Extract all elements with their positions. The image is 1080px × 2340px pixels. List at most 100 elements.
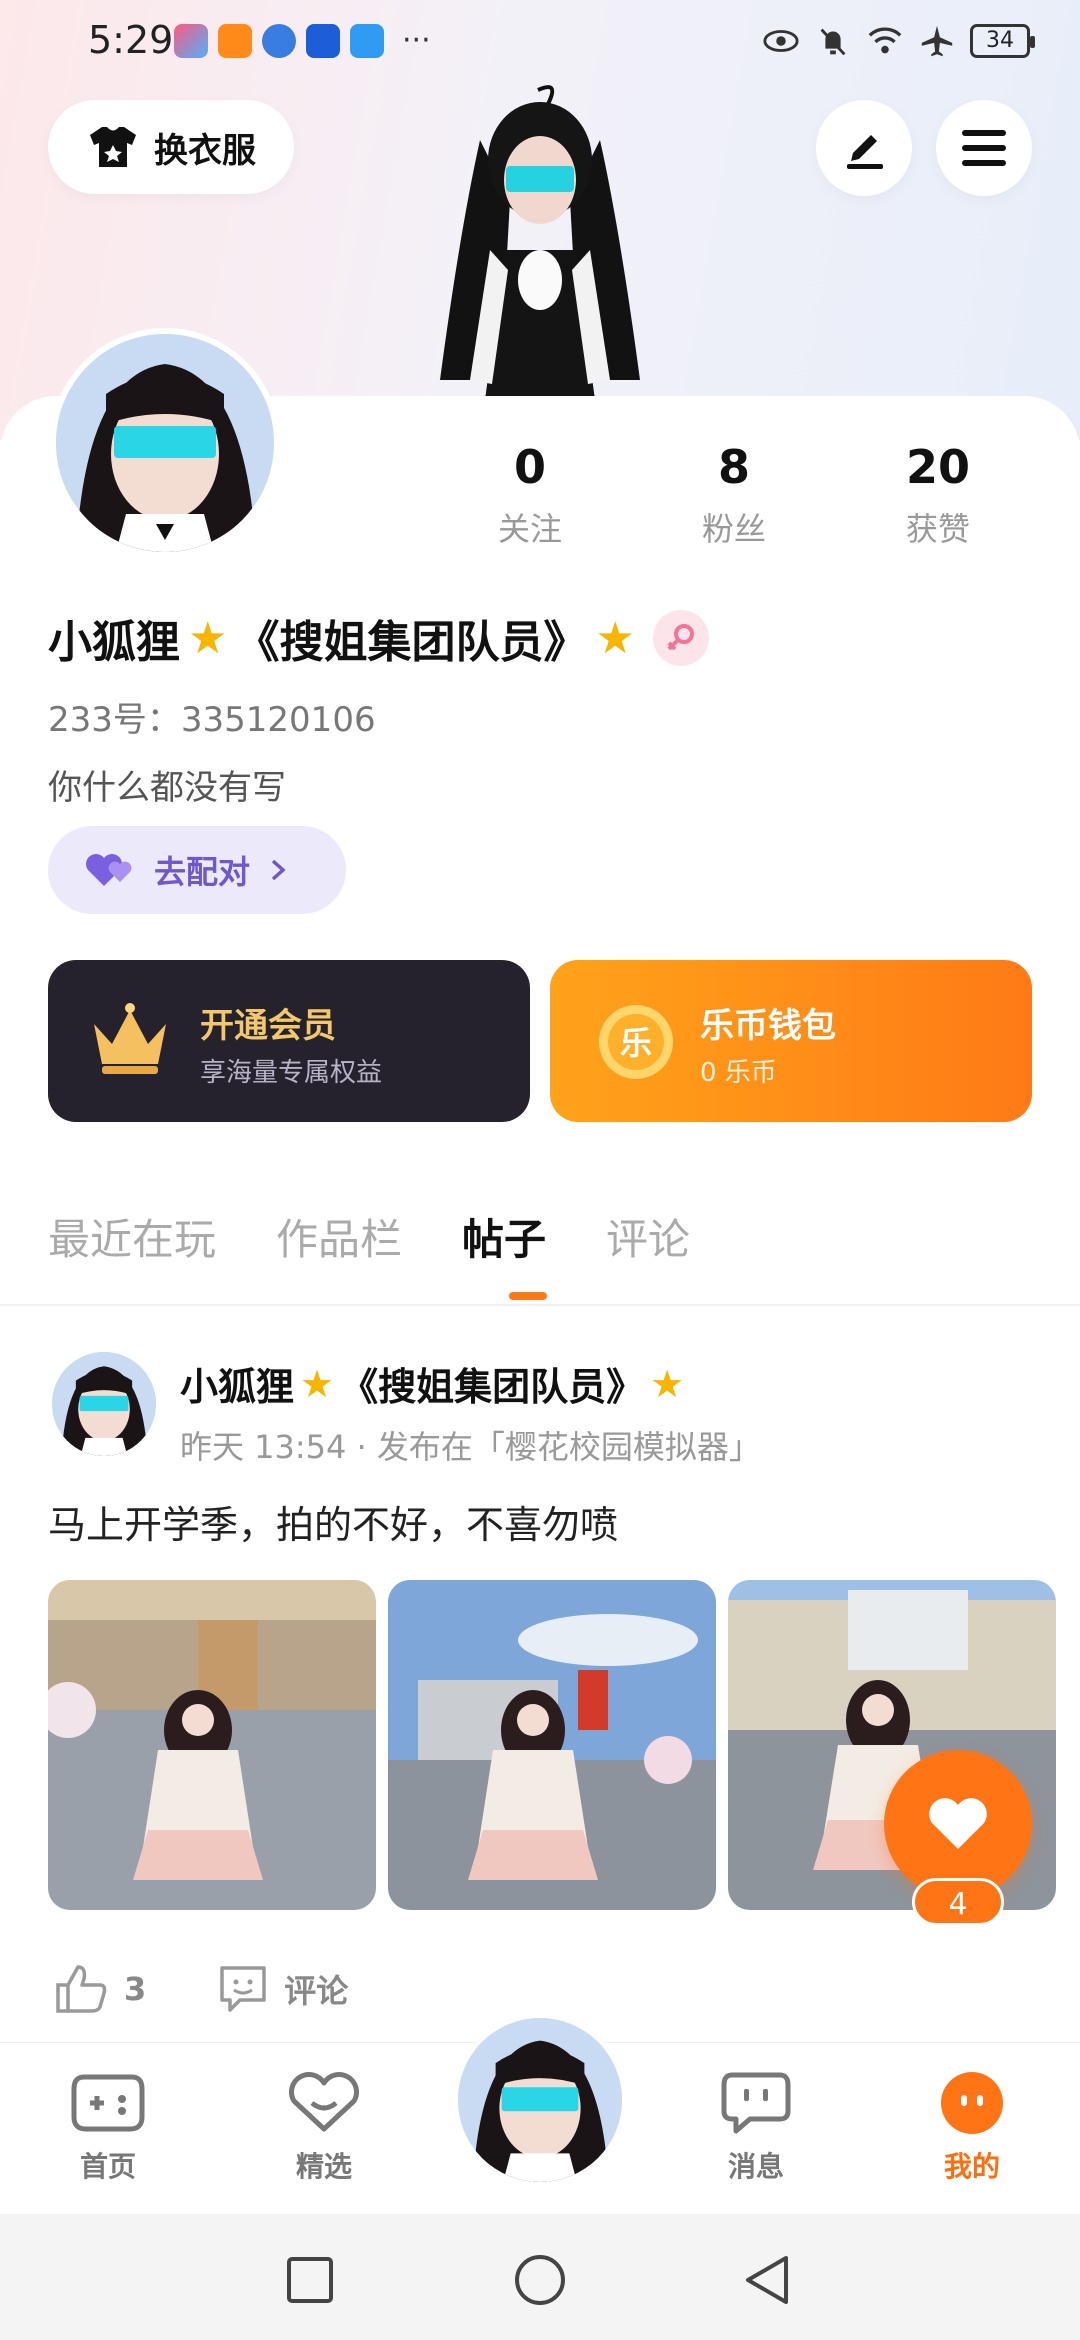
message-icon xyxy=(721,2072,791,2134)
star-icon: ★ xyxy=(595,612,635,664)
character-figure xyxy=(440,85,640,400)
shirt-icon xyxy=(90,127,136,167)
user-id: 233号：335120106 xyxy=(48,700,376,740)
tabs-divider xyxy=(0,1304,1080,1306)
nav-featured-label: 精选 xyxy=(295,2150,352,2183)
status-time: 5:29 xyxy=(88,18,174,62)
nickname-text-b: 《搜姐集团队员》 xyxy=(235,617,588,668)
weather-app-icon xyxy=(350,24,384,58)
nav-featured[interactable]: 精选 xyxy=(254,2071,394,2185)
tab-works[interactable]: 作品栏 xyxy=(276,1206,402,1267)
like-count: 3 xyxy=(124,1970,147,2008)
notification-icons: ··· xyxy=(174,24,431,58)
profile-avatar[interactable] xyxy=(50,328,280,558)
airplane-icon xyxy=(921,25,953,57)
go-match-button[interactable]: 去配对 xyxy=(48,826,346,914)
home-circle-icon[interactable] xyxy=(514,2254,566,2306)
status-bar: 5:29 ··· 34 xyxy=(0,0,1080,84)
chevron-right-icon xyxy=(271,859,286,881)
vip-title: 开通会员 xyxy=(200,1006,336,1046)
tab-comments[interactable]: 评论 xyxy=(606,1206,690,1267)
more-notifications-icon: ··· xyxy=(402,23,431,58)
nav-center-avatar[interactable] xyxy=(458,2018,622,2182)
followers-count: 8 xyxy=(717,440,750,494)
user-bio: 你什么都没有写 xyxy=(48,768,286,808)
nav-messages-label: 消息 xyxy=(727,2150,784,2183)
nav-home-label: 首页 xyxy=(79,2150,136,2183)
face-icon xyxy=(941,2072,1003,2134)
center-avatar-image xyxy=(458,2018,622,2182)
post-author-name[interactable]: 小狐狸 ★ 《搜姐集团队员》 ★ xyxy=(180,1356,684,1411)
system-navigation-bar xyxy=(0,2214,1080,2340)
wallet-title: 乐币钱包 xyxy=(700,1006,836,1046)
star-icon: ★ xyxy=(300,1361,335,1406)
coin-icon: 乐 xyxy=(599,1005,673,1079)
stat-followers[interactable]: 8 粉丝 xyxy=(632,440,836,550)
menu-icon xyxy=(962,130,1006,166)
app-notification-icon xyxy=(174,24,208,58)
heart-icon xyxy=(929,1798,987,1849)
change-outfit-button[interactable]: 换衣服 xyxy=(48,100,294,194)
favorite-count: 4 xyxy=(912,1878,1004,1926)
wifi-icon xyxy=(868,27,902,54)
nav-mine[interactable]: 我的 xyxy=(902,2071,1042,2185)
likes-count: 20 xyxy=(905,440,970,494)
vip-subtitle: 享海量专属权益 xyxy=(200,1058,383,1088)
profile-nickname: 小狐狸 ★ 《搜姐集团队员》 ★ xyxy=(48,606,709,670)
back-triangle-icon[interactable] xyxy=(742,2254,792,2306)
edit-profile-button[interactable] xyxy=(816,100,912,196)
go-match-label: 去配对 xyxy=(154,853,251,891)
tab-posts[interactable]: 帖子 xyxy=(462,1206,546,1267)
browser-app-icon xyxy=(262,24,296,58)
coin-char: 乐 xyxy=(620,1024,652,1062)
avatar-image xyxy=(56,334,274,552)
nav-mine-label: 我的 xyxy=(943,2150,1000,2183)
change-outfit-label: 换衣服 xyxy=(154,130,256,171)
post-image[interactable] xyxy=(48,1580,376,1910)
post-author-text-a: 小狐狸 xyxy=(180,1365,295,1409)
star-icon: ★ xyxy=(188,612,228,664)
active-tab-indicator xyxy=(509,1292,547,1300)
favorite-button[interactable] xyxy=(884,1750,1032,1898)
recents-icon[interactable] xyxy=(286,2256,334,2304)
vip-membership-card[interactable]: 开通会员 享海量专属权益 xyxy=(48,960,530,1122)
profile-stats: 0 关注 8 粉丝 20 获赞 xyxy=(428,440,1040,550)
female-gender-icon xyxy=(652,610,709,666)
post-author-avatar[interactable] xyxy=(52,1352,156,1456)
followers-label: 粉丝 xyxy=(701,510,766,548)
bulb-app-icon xyxy=(306,24,340,58)
nickname-text-a: 小狐狸 xyxy=(48,617,180,668)
heart-outline-icon xyxy=(289,2072,359,2132)
battery-indicator: 34 xyxy=(970,24,1035,58)
tab-recently-played[interactable]: 最近在玩 xyxy=(48,1206,216,1267)
crown-icon xyxy=(94,1003,166,1074)
post-text: 马上开学季，拍的不好，不喜勿喷 xyxy=(48,1503,619,1547)
hearts-icon xyxy=(86,854,132,886)
comment-button[interactable]: 评论 xyxy=(216,1962,348,2016)
thumbs-up-icon xyxy=(56,1965,107,2013)
menu-button[interactable] xyxy=(936,100,1032,196)
post-avatar-image xyxy=(52,1352,156,1456)
nav-home[interactable]: 首页 xyxy=(38,2071,178,2185)
stat-likes[interactable]: 20 获赞 xyxy=(836,440,1040,550)
profile-tabs: 最近在玩 作品栏 帖子 评论 xyxy=(48,1206,690,1267)
comment-label: 评论 xyxy=(284,1972,349,2010)
wallet-balance: 0 乐币 xyxy=(700,1058,777,1088)
comment-icon xyxy=(220,1966,267,2012)
stat-following[interactable]: 0 关注 xyxy=(428,440,632,550)
pencil-icon xyxy=(847,135,883,169)
video-app-icon xyxy=(218,24,252,58)
mute-bell-icon xyxy=(820,28,846,56)
eye-icon xyxy=(763,30,799,52)
post-image[interactable] xyxy=(388,1580,716,1910)
post-actions: 3 评论 xyxy=(54,1962,348,2016)
like-button[interactable]: 3 xyxy=(54,1963,146,2015)
following-label: 关注 xyxy=(497,510,562,548)
post-author-text-b: 《搜姐集团队员》 xyxy=(340,1365,645,1409)
nav-messages[interactable]: 消息 xyxy=(686,2071,826,2185)
star-icon: ★ xyxy=(650,1361,685,1406)
gamepad-icon xyxy=(71,2074,145,2132)
coin-wallet-card[interactable]: 乐 乐币钱包 0 乐币 xyxy=(550,960,1032,1122)
likes-label: 获赞 xyxy=(905,510,970,548)
post-meta: 昨天 13:54 · 发布在「樱花校园模拟器」 xyxy=(180,1428,761,1466)
